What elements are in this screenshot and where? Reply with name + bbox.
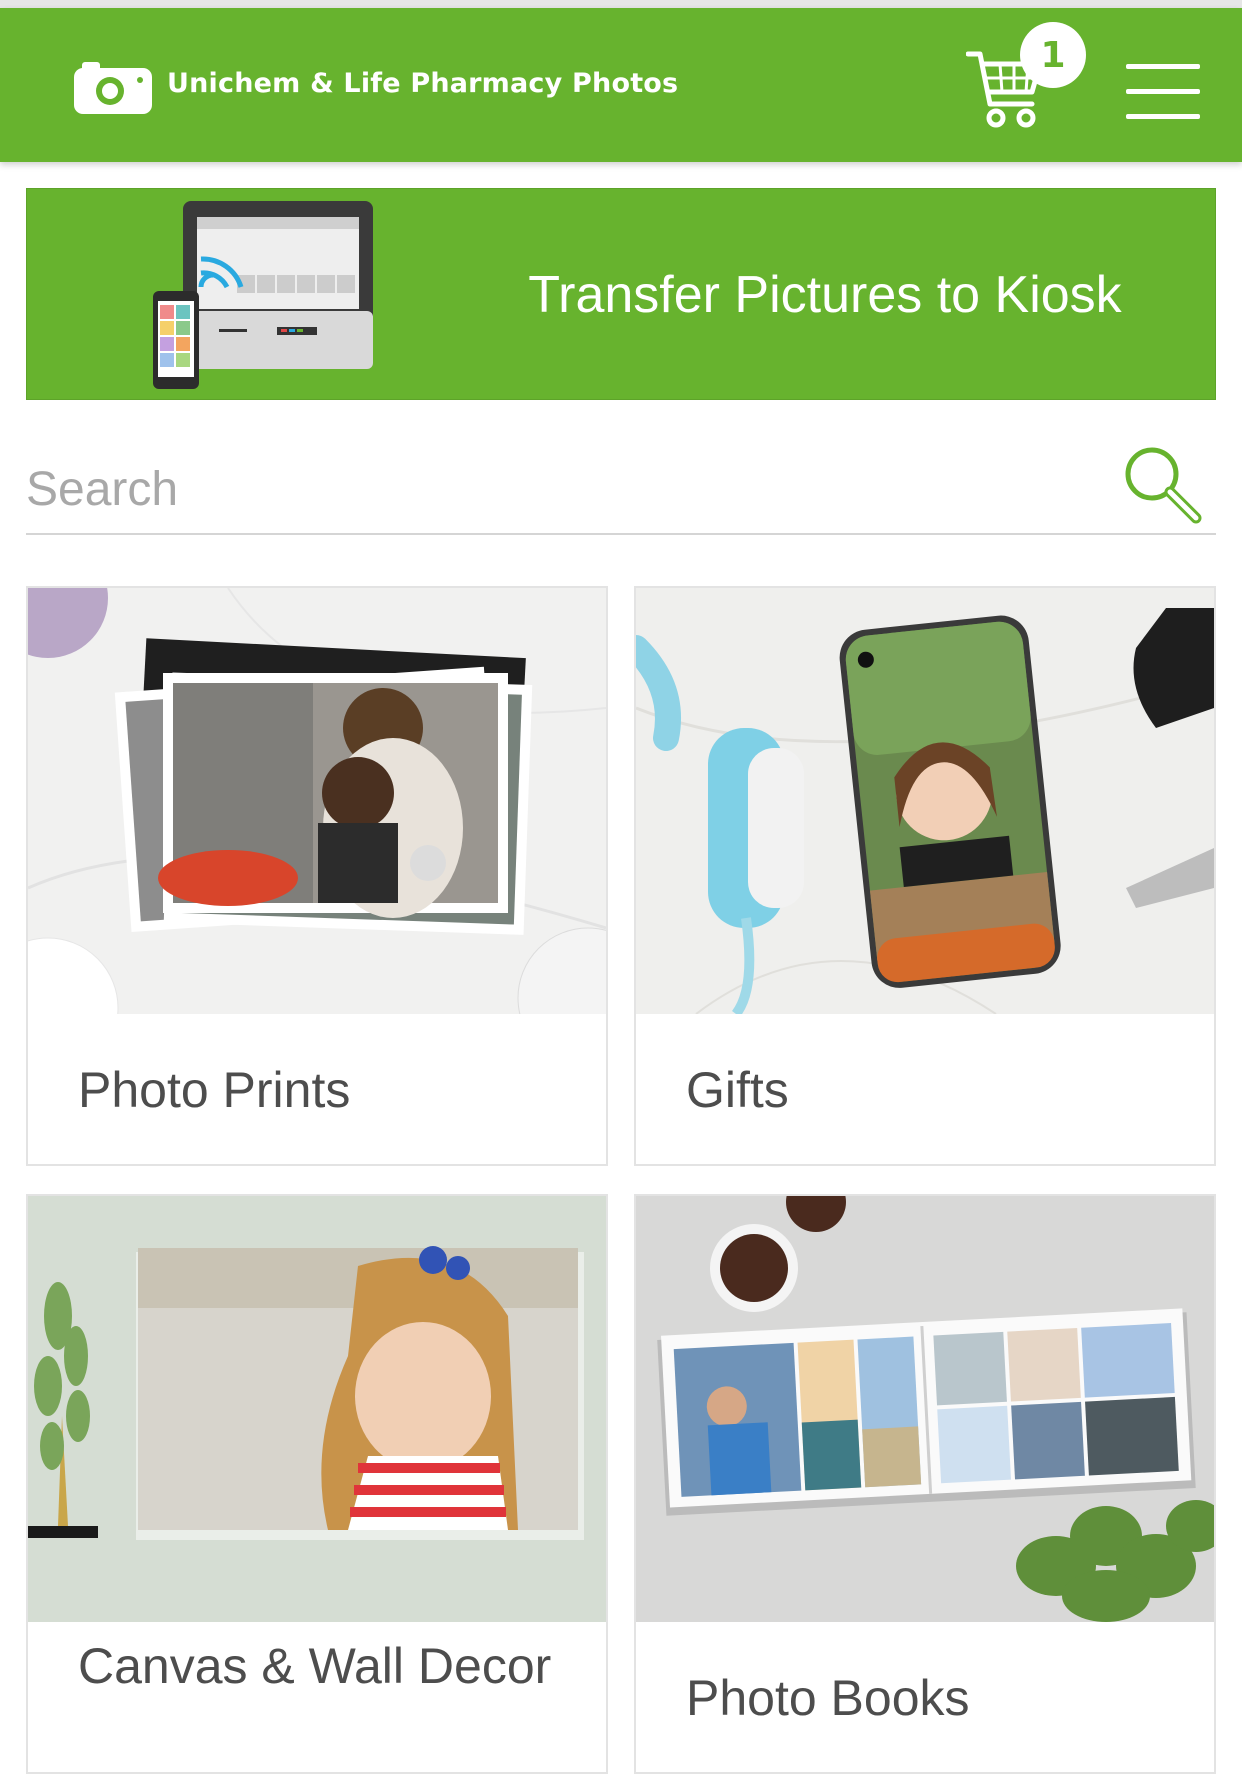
brand-name[interactable]: Unichem & Life Pharmacy Photos <box>167 68 678 99</box>
category-card-photo-books[interactable]: Photo Books <box>634 1194 1216 1774</box>
hamburger-menu-icon[interactable] <box>1126 64 1200 120</box>
category-card-canvas-wall-decor[interactable]: Canvas & Wall Decor <box>26 1194 608 1774</box>
kiosk-banner-label: Transfer Pictures to Kiosk <box>528 266 1122 324</box>
category-card-photo-prints[interactable]: Photo Prints <box>26 586 608 1166</box>
gifts-image <box>636 588 1214 1014</box>
search-icon[interactable] <box>1122 444 1202 524</box>
search-bar <box>26 430 1216 535</box>
category-label: Photo Books <box>686 1670 970 1726</box>
cart-count-badge[interactable]: 1 <box>1020 22 1086 88</box>
photo-books-image <box>636 1196 1214 1622</box>
search-input[interactable] <box>26 458 1116 520</box>
canvas-wall-decor-image <box>28 1196 606 1622</box>
category-label: Photo Prints <box>78 1062 351 1118</box>
transfer-to-kiosk-banner[interactable]: Transfer Pictures to Kiosk <box>26 188 1216 400</box>
photo-prints-image <box>28 588 606 1014</box>
category-label: Canvas & Wall Decor <box>78 1638 552 1694</box>
camera-logo-icon[interactable] <box>74 60 152 114</box>
category-label: Gifts <box>686 1062 789 1118</box>
category-card-gifts[interactable]: Gifts <box>634 586 1216 1166</box>
search-underline <box>26 533 1216 535</box>
app-header: Unichem & Life Pharmacy Photos 1 <box>0 8 1242 162</box>
kiosk-transfer-illustration <box>153 201 373 389</box>
status-strip <box>0 0 1242 8</box>
